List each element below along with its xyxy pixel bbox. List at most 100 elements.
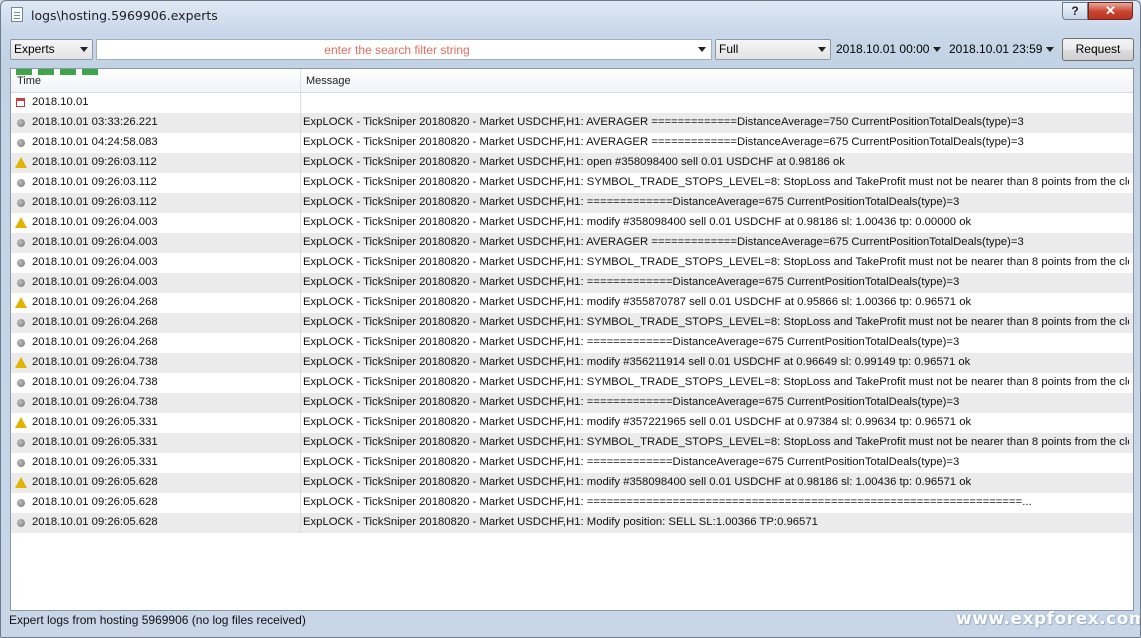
row-message: ExpLOCK - TickSniper 20180820 - Market U… (303, 176, 1129, 188)
column-header-time[interactable]: Time (17, 75, 41, 87)
table-row[interactable]: 2018.10.01 04:24:58.083 ExpLOCK - TickSni… (11, 133, 1133, 153)
row-message: ExpLOCK - TickSniper 20180820 - Market U… (303, 436, 1129, 448)
info-dot-icon (17, 279, 25, 287)
warning-icon (15, 417, 27, 428)
info-dot-icon (17, 139, 25, 147)
row-time: 2018.10.01 09:26:04.003 (32, 216, 158, 228)
from-date-value: 2018.10.01 00:00 (836, 42, 930, 56)
status-bar-text: Expert logs from hosting 5969906 (no log… (9, 613, 306, 627)
from-date-picker[interactable]: 2018.10.01 00:00 (836, 39, 943, 60)
table-row[interactable]: 2018.10.01 09:26:05.331 ExpLOCK - TickSni… (11, 453, 1133, 473)
log-window: logs\hosting.5969906.experts ? ✕ Experts… (0, 0, 1141, 638)
info-dot-icon (17, 519, 25, 527)
warning-icon (15, 157, 27, 168)
watermark: www.expforex.com (956, 609, 1141, 629)
search-filter[interactable] (96, 39, 712, 60)
row-message: ExpLOCK - TickSniper 20180820 - Market U… (303, 516, 818, 528)
warning-icon (15, 217, 27, 228)
search-input[interactable] (107, 40, 687, 59)
column-divider-line (300, 93, 301, 533)
row-time: 2018.10.01 09:26:04.003 (32, 276, 158, 288)
table-row[interactable]: 2018.10.01 09:26:05.331 ExpLOCK - TickSni… (11, 413, 1133, 433)
table-row[interactable]: 2018.10.01 09:26:03.112 ExpLOCK - TickSni… (11, 173, 1133, 193)
level-select-value: Full (719, 42, 739, 56)
request-button[interactable]: Request (1062, 38, 1134, 61)
row-message: ExpLOCK - TickSniper 20180820 - Market U… (303, 236, 1024, 248)
row-message: ExpLOCK - TickSniper 20180820 - Market U… (303, 376, 1129, 388)
chevron-down-icon (933, 47, 941, 52)
row-time: 2018.10.01 09:26:04.268 (32, 316, 158, 328)
info-dot-icon (17, 399, 25, 407)
info-dot-icon (17, 339, 25, 347)
row-time: 2018.10.01 09:26:04.268 (32, 336, 158, 348)
level-select[interactable]: Full (715, 39, 831, 60)
row-message: ExpLOCK - TickSniper 20180820 - Market U… (303, 316, 1129, 328)
row-message: ExpLOCK - TickSniper 20180820 - Market U… (303, 256, 1129, 268)
close-button[interactable]: ✕ (1088, 2, 1133, 20)
window-title: logs\hosting.5969906.experts (31, 8, 218, 23)
table-row[interactable]: 2018.10.01 09:26:05.331 ExpLOCK - TickSni… (11, 433, 1133, 453)
row-message: ExpLOCK - TickSniper 20180820 - Market U… (303, 496, 1032, 508)
row-message: ExpLOCK - TickSniper 20180820 - Market U… (303, 196, 960, 208)
table-row[interactable]: 2018.10.01 09:26:03.112 ExpLOCK - TickSni… (11, 153, 1133, 173)
row-message: ExpLOCK - TickSniper 20180820 - Market U… (303, 356, 971, 368)
table-row[interactable]: 2018.10.01 09:26:04.268 ExpLOCK - TickSni… (11, 333, 1133, 353)
table-row[interactable]: 2018.10.01 09:26:04.003 ExpLOCK - TickSni… (11, 233, 1133, 253)
row-message: ExpLOCK - TickSniper 20180820 - Market U… (303, 116, 1024, 128)
table-row[interactable]: 2018.10.01 09:26:04.003 ExpLOCK - TickSni… (11, 253, 1133, 273)
source-select-value: Experts (14, 42, 55, 56)
row-message: ExpLOCK - TickSniper 20180820 - Market U… (303, 136, 1024, 148)
table-row[interactable]: 2018.10.01 09:26:05.628 ExpLOCK - TickSni… (11, 493, 1133, 513)
table-row[interactable]: 2018.10.01 09:26:04.268 ExpLOCK - TickSni… (11, 293, 1133, 313)
column-divider[interactable] (300, 69, 301, 92)
table-row[interactable]: 2018.10.01 03:33:26.221 ExpLOCK - TickSni… (11, 113, 1133, 133)
row-time: 2018.10.01 09:26:04.003 (32, 236, 158, 248)
row-time: 2018.10.01 09:26:05.628 (32, 516, 158, 528)
row-time: 2018.10.01 09:26:04.268 (32, 296, 158, 308)
info-dot-icon (17, 259, 25, 267)
row-time: 2018.10.01 09:26:05.331 (32, 436, 158, 448)
log-table[interactable]: Time Message 2018.10.01 2018.10.01 03:33:… (10, 68, 1134, 611)
help-button[interactable]: ? (1062, 2, 1088, 20)
chevron-down-icon (818, 47, 826, 52)
log-rows: 2018.10.01 2018.10.01 03:33:26.221 ExpLOCK… (11, 93, 1133, 533)
info-dot-icon (17, 199, 25, 207)
chevron-down-icon (80, 47, 88, 52)
title-bar[interactable]: logs\hosting.5969906.experts ? ✕ (1, 1, 1140, 31)
row-time: 2018.10.01 09:26:04.738 (32, 396, 158, 408)
table-row[interactable]: 2018.10.01 09:26:05.628 ExpLOCK - TickSni… (11, 473, 1133, 493)
table-row[interactable]: 2018.10.01 09:26:05.628 ExpLOCK - TickSni… (11, 513, 1133, 533)
table-row[interactable]: 2018.10.01 09:26:04.738 ExpLOCK - TickSni… (11, 373, 1133, 393)
info-dot-icon (17, 439, 25, 447)
table-row[interactable]: 2018.10.01 09:26:04.003 ExpLOCK - TickSni… (11, 273, 1133, 293)
table-row[interactable]: 2018.10.01 09:26:03.112 ExpLOCK - TickSni… (11, 193, 1133, 213)
column-header-message[interactable]: Message (306, 75, 351, 87)
row-message: ExpLOCK - TickSniper 20180820 - Market U… (303, 276, 960, 288)
table-row[interactable]: 2018.10.01 09:26:04.003 ExpLOCK - TickSni… (11, 213, 1133, 233)
info-dot-icon (17, 179, 25, 187)
calendar-icon (16, 98, 25, 107)
row-time: 2018.10.01 09:26:03.112 (32, 196, 157, 208)
row-time: 2018.10.01 03:33:26.221 (32, 116, 158, 128)
warning-icon (15, 357, 27, 368)
row-time: 2018.10.01 09:26:05.628 (32, 476, 158, 488)
table-row[interactable]: 2018.10.01 09:26:04.738 ExpLOCK - TickSni… (11, 393, 1133, 413)
chevron-down-icon[interactable] (698, 47, 706, 52)
to-date-picker[interactable]: 2018.10.01 23:59 (949, 39, 1056, 60)
source-select[interactable]: Experts (10, 39, 93, 60)
row-message: ExpLOCK - TickSniper 20180820 - Market U… (303, 476, 972, 488)
row-time: 2018.10.01 09:26:03.112 (32, 156, 157, 168)
row-message: ExpLOCK - TickSniper 20180820 - Market U… (303, 296, 972, 308)
table-row[interactable]: 2018.10.01 (11, 93, 1133, 113)
row-time: 2018.10.01 09:26:04.738 (32, 356, 158, 368)
info-dot-icon (17, 379, 25, 387)
table-row[interactable]: 2018.10.01 09:26:04.268 ExpLOCK - TickSni… (11, 313, 1133, 333)
document-icon (11, 7, 23, 22)
to-date-value: 2018.10.01 23:59 (949, 42, 1043, 56)
table-row[interactable]: 2018.10.01 09:26:04.738 ExpLOCK - TickSni… (11, 353, 1133, 373)
info-dot-icon (17, 119, 25, 127)
row-message: ExpLOCK - TickSniper 20180820 - Market U… (303, 456, 960, 468)
row-time: 2018.10.01 (32, 96, 89, 108)
chevron-down-icon (1046, 47, 1054, 52)
info-dot-icon (17, 499, 25, 507)
